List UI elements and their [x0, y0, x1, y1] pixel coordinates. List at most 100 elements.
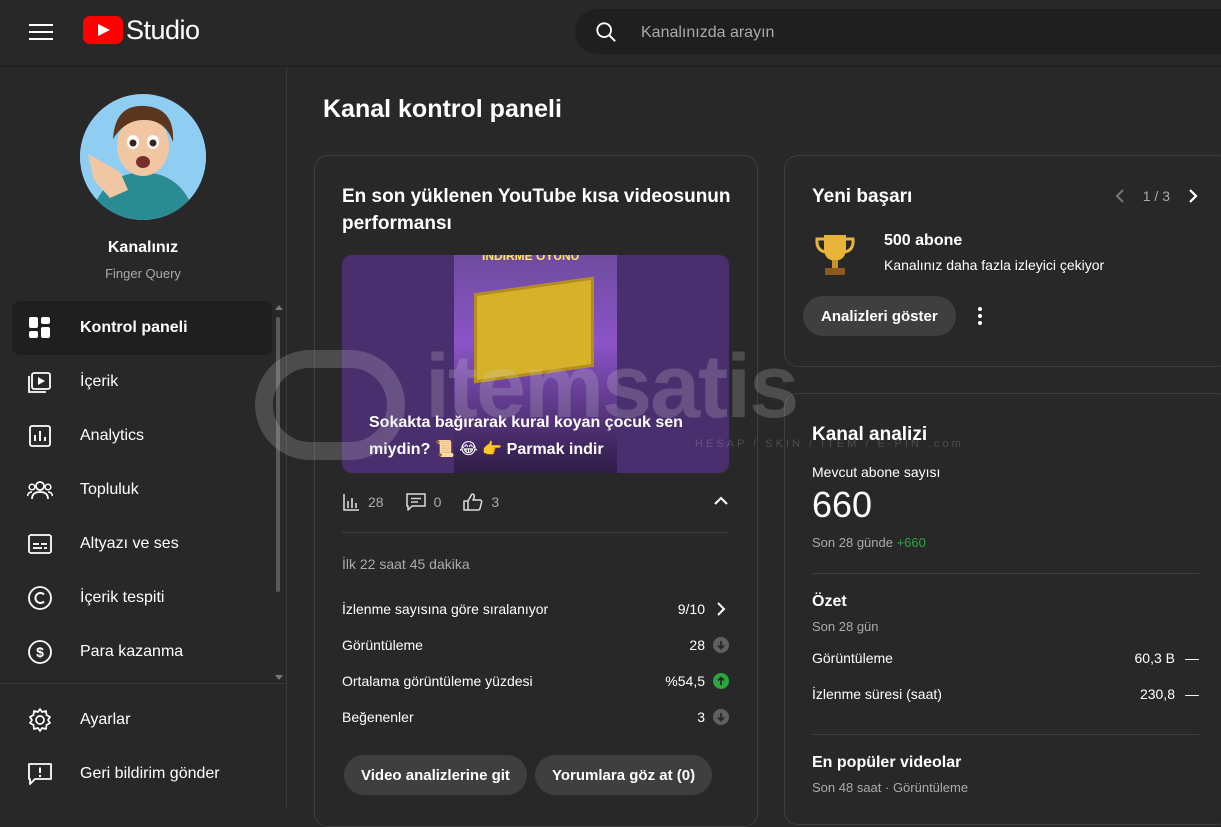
- video-thumbnail[interactable]: İNDİRME OYUNU Sokakta bağırarak kural ko…: [342, 255, 729, 473]
- metric-label: İzlenme sayısına göre sıralanıyor: [342, 601, 549, 617]
- metric-label: Beğenenler: [342, 709, 414, 725]
- sidebar-item-monetization[interactable]: $ Para kazanma: [12, 625, 272, 679]
- sidebar-item-label: İçerik tespiti: [80, 589, 165, 606]
- hamburger-menu-icon[interactable]: [29, 20, 53, 44]
- scroll-up-arrow-icon[interactable]: [275, 305, 283, 310]
- video-analytics-button[interactable]: Video analizlerine git: [344, 755, 527, 795]
- metric-row-views: Görüntüleme 28: [342, 634, 729, 656]
- chevron-right-icon[interactable]: [1186, 188, 1200, 204]
- summary-label: Görüntüleme: [812, 650, 893, 666]
- channel-analytics-title: Kanal analizi: [812, 424, 928, 445]
- channel-avatar[interactable]: [80, 94, 206, 220]
- chevron-left-icon[interactable]: [1113, 188, 1127, 204]
- latest-short-title: En son yüklenen YouTube kısa videosunun …: [342, 186, 731, 234]
- copyright-icon: [27, 585, 53, 611]
- analytics-icon: [27, 423, 53, 449]
- views-count: 28: [368, 494, 384, 510]
- video-title: Sokakta bağırarak kural koyan çocuk sen …: [369, 414, 683, 458]
- sidebar-item-dashboard[interactable]: Kontrol paneli: [12, 301, 272, 355]
- scroll-down-arrow-icon[interactable]: [275, 675, 283, 680]
- metric-row-ranking[interactable]: İzlenme sayısına göre sıralanıyor 9/10: [342, 598, 729, 620]
- thumbs-up-icon: [463, 493, 483, 511]
- likes-count: 3: [491, 494, 500, 510]
- achievement-card: Yeni başarı 1 / 3 500 abone Kanalınız da…: [784, 155, 1221, 367]
- youtube-play-icon: [83, 16, 123, 44]
- summary-trend: —: [1185, 686, 1199, 702]
- sidebar-item-label: Kontrol paneli: [80, 319, 188, 336]
- bar-chart-icon: [343, 494, 359, 511]
- dashboard-icon: [27, 315, 53, 341]
- gear-icon: [27, 707, 53, 733]
- divider: [812, 734, 1199, 735]
- achievement-milestone: 500 abone: [884, 232, 963, 249]
- achievement-pager: 1 / 3: [1113, 188, 1200, 204]
- latest-short-card: En son yüklenen YouTube kısa videosunun …: [314, 155, 758, 827]
- video-stats-row: 28 0 3: [342, 489, 729, 515]
- divider: [342, 532, 729, 533]
- search-input[interactable]: [639, 9, 1203, 56]
- change-value: +660: [896, 535, 926, 550]
- summary-row-watch-time: İzlenme süresi (saat) 230,8 —: [812, 686, 1199, 702]
- achievement-description: Kanalınız daha fazla izleyici çekiyor: [884, 257, 1105, 273]
- channel-subtitle: Finger Query: [105, 266, 181, 281]
- avatar-illustration: [80, 94, 206, 220]
- monetization-icon: $: [27, 639, 53, 665]
- trophy-icon: [815, 235, 855, 275]
- arrow-down-icon: [713, 637, 729, 653]
- view-comments-button[interactable]: Yorumlara göz at (0): [535, 755, 713, 795]
- sidebar-scrollbar[interactable]: [275, 305, 283, 680]
- summary-value: 230,8: [1139, 686, 1175, 702]
- top-videos-title: En popüler videolar: [812, 754, 962, 771]
- sidebar-item-label: Analytics: [80, 427, 145, 444]
- top-videos-subtitle: Son 48 saat · Görüntüleme: [812, 780, 969, 795]
- channel-name: Kanalınız: [107, 239, 179, 256]
- summary-trend: —: [1185, 650, 1199, 666]
- sidebar-bottom-nav: Ayarlar Geri bildirim gönder: [12, 693, 272, 801]
- metric-value: 28: [689, 637, 705, 653]
- feedback-icon: [27, 761, 53, 787]
- more-vert-icon[interactable]: [972, 306, 988, 326]
- summary-period: Son 28 gün: [812, 619, 879, 634]
- summary-title: Özet: [812, 593, 847, 610]
- likes-stat: 3: [463, 493, 499, 511]
- change-prefix: Son 28 günde: [812, 535, 893, 550]
- summary-label: İzlenme süresi (saat): [812, 686, 942, 702]
- sidebar-divider: [0, 683, 286, 684]
- comments-stat: 0: [405, 493, 442, 511]
- comments-count: 0: [433, 494, 442, 510]
- arrow-up-icon: [713, 673, 729, 689]
- sidebar-item-label: İçerik: [80, 373, 119, 390]
- chevron-right-icon[interactable]: [713, 601, 729, 617]
- sidebar-item-feedback[interactable]: Geri bildirim gönder: [12, 747, 272, 801]
- youtube-studio-logo[interactable]: Studio: [83, 14, 200, 46]
- achievement-title: Yeni başarı: [812, 186, 913, 207]
- metric-row-avg-view-percent: Ortalama görüntüleme yüzdesi %54,5: [342, 670, 729, 692]
- show-analytics-button[interactable]: Analizleri göster: [803, 296, 956, 336]
- subscriber-change: Son 28 günde +660: [812, 535, 926, 550]
- subscribers-label: Mevcut abone sayısı: [812, 464, 941, 480]
- metric-value: 3: [697, 709, 705, 725]
- thumbnail-banner-text: İNDİRME OYUNU: [482, 255, 580, 263]
- sidebar-item-content[interactable]: İçerik: [12, 355, 272, 409]
- chevron-up-icon[interactable]: [713, 493, 729, 509]
- sidebar-item-settings[interactable]: Ayarlar: [12, 693, 272, 747]
- sidebar-item-label: Topluluk: [80, 481, 139, 498]
- sidebar-item-community[interactable]: Topluluk: [12, 463, 272, 517]
- svg-text:$: $: [36, 644, 44, 660]
- arrow-down-icon: [713, 709, 729, 725]
- search-icon[interactable]: [595, 21, 617, 43]
- pager-text: 1 / 3: [1142, 188, 1170, 204]
- search-bar[interactable]: [575, 9, 1221, 56]
- scroll-thumb[interactable]: [276, 317, 280, 592]
- top-bar: Studio: [0, 0, 1221, 67]
- sidebar-item-label: Altyazı ve ses: [80, 535, 179, 552]
- sidebar-item-subtitles[interactable]: Altyazı ve ses: [12, 517, 272, 571]
- sidebar-nav: Kontrol paneli İçerik Analytics Topluluk…: [12, 301, 272, 679]
- sidebar-item-analytics[interactable]: Analytics: [12, 409, 272, 463]
- channel-analytics-card: Kanal analizi Mevcut abone sayısı 660 So…: [784, 393, 1221, 825]
- summary-row-views: Görüntüleme 60,3 B —: [812, 650, 1199, 666]
- sidebar-item-label: Para kazanma: [80, 643, 184, 660]
- sidebar-item-copyright[interactable]: İçerik tespiti: [12, 571, 272, 625]
- subscriber-count: 660: [812, 484, 873, 525]
- community-icon: [27, 477, 53, 503]
